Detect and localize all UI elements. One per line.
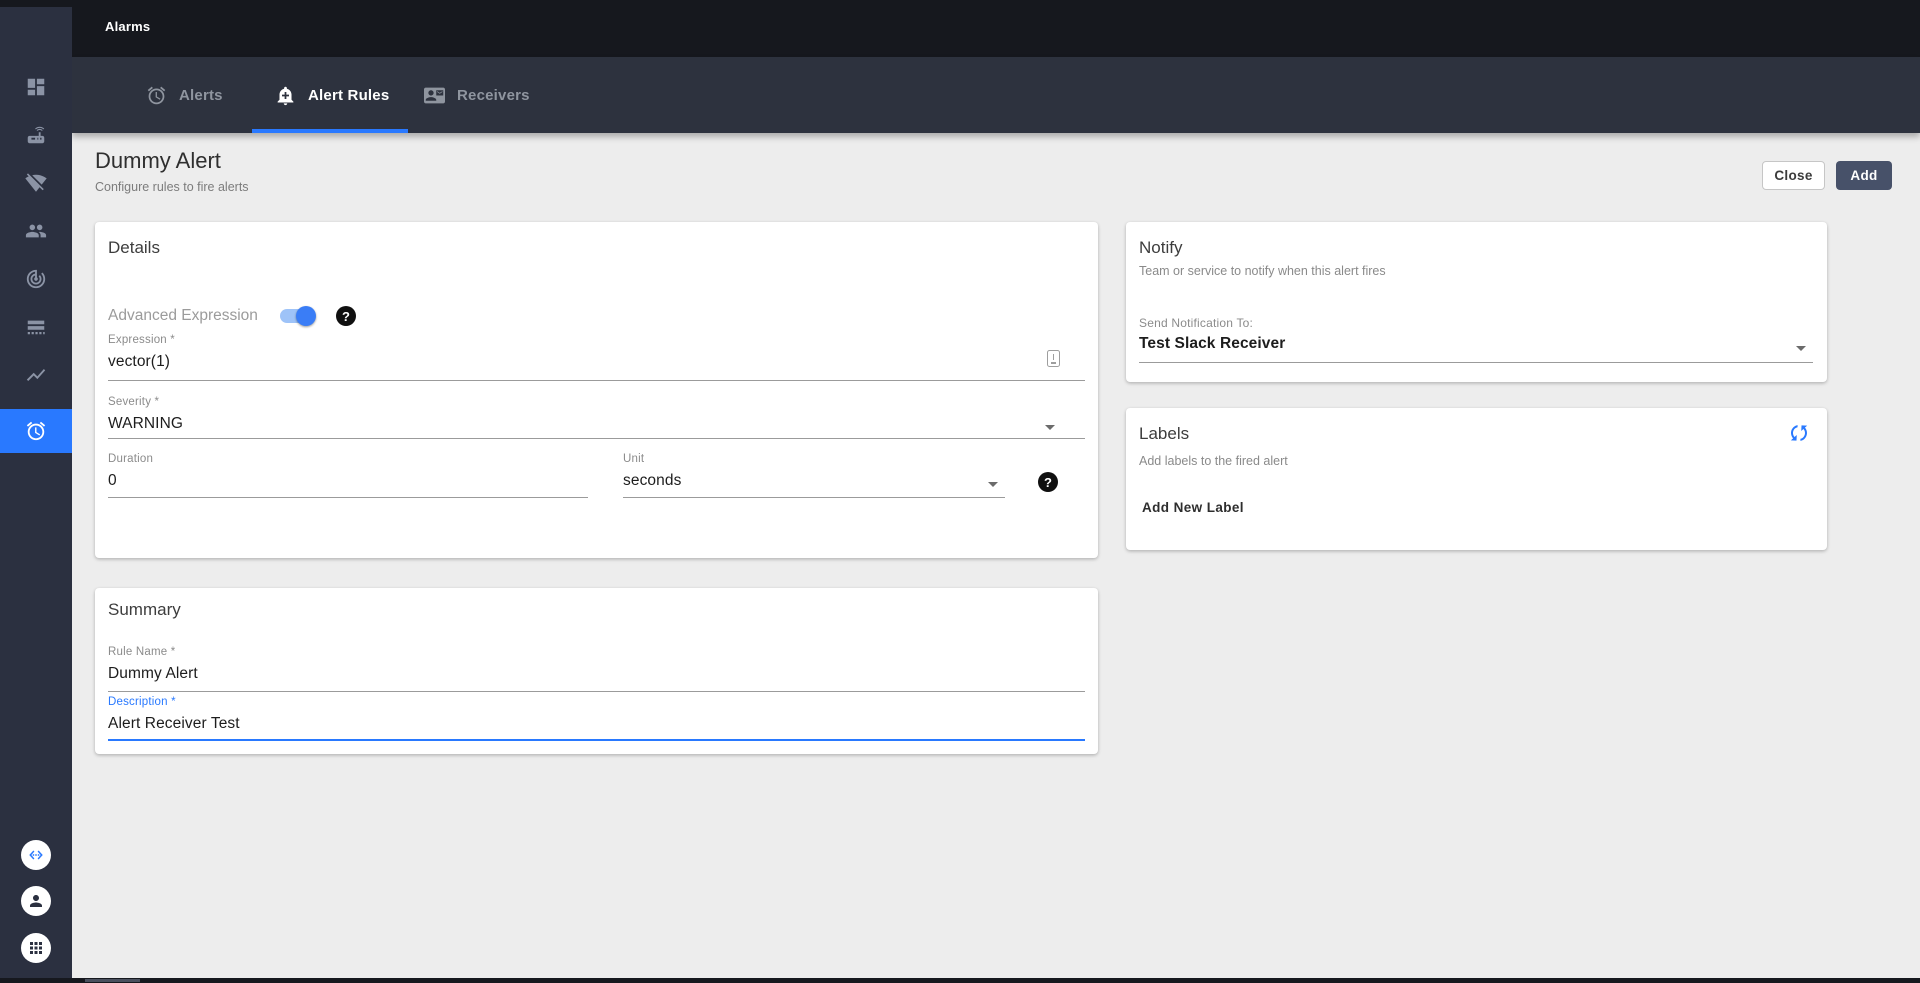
duration-input[interactable]: 0 [108,472,117,490]
notify-card-title: Notify [1139,238,1183,257]
send-notification-label: Send Notification To: [1139,316,1254,330]
unit-label: Unit [623,453,645,465]
sidebar-item-trends[interactable] [0,353,72,397]
labels-card-title: Labels [1139,424,1190,443]
sync-icon [1790,425,1808,441]
sidebar-account-button[interactable] [21,886,51,916]
receiver-dropdown-caret-icon[interactable] [1796,346,1806,351]
sidebar-item-alarms[interactable] [0,409,72,453]
unit-underline [623,497,1005,498]
description-input[interactable]: Alert Receiver Test [108,715,240,733]
severity-underline [108,438,1085,439]
page-header-title: Alarms [105,19,151,34]
description-label: Description * [108,696,176,708]
tab-bar: Alerts Alert Rules Receivers [72,57,1920,133]
top-bar: Alarms [0,0,1920,57]
tab-alerts[interactable]: Alerts [146,57,223,133]
sidebar-item-network[interactable] [0,161,72,205]
duration-help-icon[interactable]: ? [1038,472,1058,492]
apps-grid-icon [30,942,42,954]
details-card: Details Advanced Expression ? Expression… [95,222,1098,558]
scrollbar-thumb[interactable] [85,979,140,982]
rule-name-label: Rule Name * [108,646,176,658]
advanced-expression-row: Advanced Expression ? [108,306,356,326]
tab-receivers-label: Receivers [457,86,530,104]
duration-label: Duration [108,453,154,465]
sidebar-item-storage[interactable] [0,305,72,349]
users-icon [25,224,47,238]
toggle-thumb [295,306,316,326]
tab-alert-rules-label: Alert Rules [308,86,390,104]
active-tab-indicator [252,129,408,133]
expression-underline [108,380,1085,381]
page-subtitle: Configure rules to fire alerts [95,180,249,194]
tab-alert-rules[interactable]: Alert Rules [275,57,389,133]
contact-card-icon [424,87,445,103]
sidebar-item-devices[interactable] [0,113,72,157]
add-button[interactable]: Add [1836,161,1892,190]
tab-alerts-label: Alerts [179,86,223,104]
sidebar-item-tracking[interactable] [0,257,72,301]
storage-icon [27,320,45,335]
receiver-select[interactable]: Test Slack Receiver [1139,335,1285,353]
tab-receivers[interactable]: Receivers [424,57,530,133]
advanced-expression-label: Advanced Expression [108,307,258,324]
advanced-expression-toggle[interactable] [279,306,316,326]
account-icon [30,895,42,907]
dashboard-icon [27,78,45,96]
sidebar-item-users[interactable] [0,209,72,253]
severity-select[interactable]: WARNING [108,415,183,433]
close-button[interactable]: Close [1762,161,1825,190]
alarm-clock-icon [147,86,166,104]
track-changes-icon [26,269,46,289]
unit-dropdown-caret-icon[interactable] [988,482,998,487]
labels-card: Labels Add labels to the fired alert Add… [1126,408,1827,550]
alarms-app: Alarms Alerts Alert Rules Receivers Dumm… [0,0,1920,983]
page-title: Dummy Alert [95,148,221,173]
expression-label: Expression * [108,334,175,346]
summary-card: Summary Rule Name * Dummy Alert Descript… [95,588,1098,754]
severity-label: Severity * [108,396,160,408]
add-alert-icon [277,86,294,105]
unit-select[interactable]: seconds [623,472,681,490]
notify-card-subtitle: Team or service to notify when this aler… [1139,264,1386,278]
rule-name-underline [108,691,1085,692]
description-underline [108,739,1085,741]
sidebar-item-dashboard[interactable] [0,65,72,109]
trends-icon [26,369,46,381]
rule-name-input[interactable]: Dummy Alert [108,665,198,683]
sidebar-apps-button[interactable] [21,933,51,963]
expression-helper-icon[interactable] [1047,350,1060,367]
wifi-off-icon [25,173,47,192]
duration-underline [108,497,588,498]
severity-dropdown-caret-icon[interactable] [1045,425,1055,430]
receiver-underline [1139,362,1813,363]
sidebar-nav [0,7,72,983]
notify-card: Notify Team or service to notify when th… [1126,222,1827,382]
details-card-title: Details [108,238,160,257]
labels-card-subtitle: Add labels to the fired alert [1139,454,1288,468]
expression-input[interactable]: vector(1) [108,353,170,371]
alarm-icon [26,421,46,441]
code-icon [29,850,43,860]
router-icon [27,126,45,144]
advanced-expression-help-icon[interactable]: ? [335,306,356,326]
summary-card-title: Summary [108,600,181,619]
sidebar-code-button[interactable] [21,840,51,870]
add-new-label-button[interactable]: Add New Label [1142,500,1244,515]
labels-refresh-button[interactable] [1787,421,1811,445]
horizontal-scrollbar[interactable] [0,978,1920,983]
